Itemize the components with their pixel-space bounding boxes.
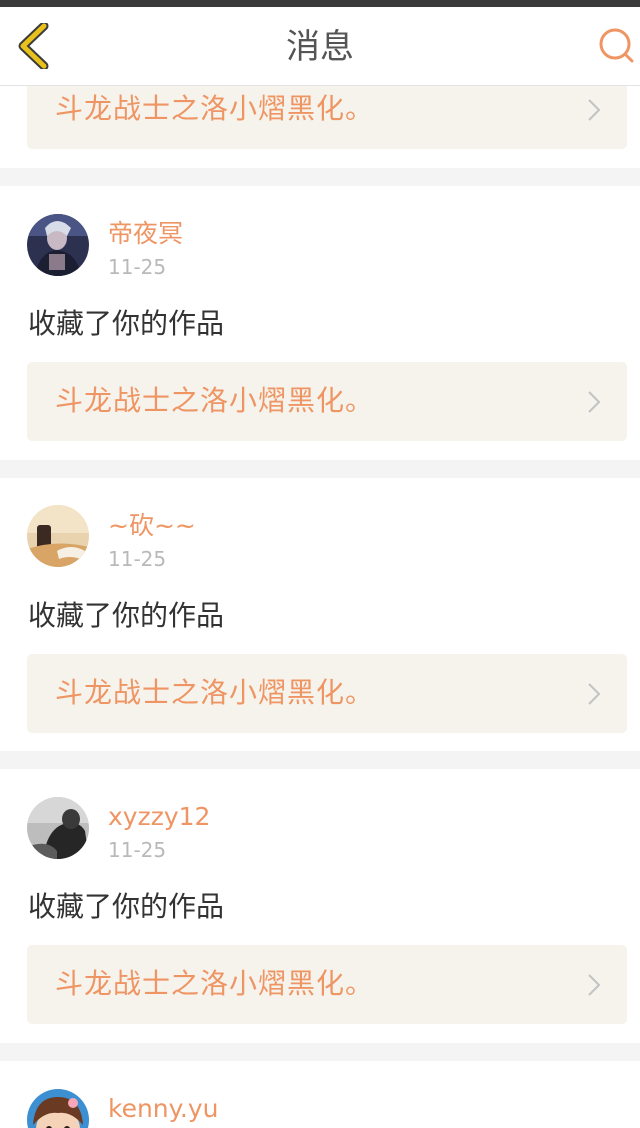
message-card: 斗龙战士之洛小熠黑化。 <box>0 86 640 168</box>
work-link[interactable]: 斗龙战士之洛小熠黑化。 <box>27 86 627 149</box>
timestamp: 11-25 <box>108 838 167 862</box>
message-card: xyzzy12 11-25 收藏了你的作品 斗龙战士之洛小熠黑化。 <box>0 769 640 1043</box>
avatar[interactable] <box>27 797 89 859</box>
work-link[interactable]: 斗龙战士之洛小熠黑化。 <box>27 945 627 1024</box>
page-title: 消息 <box>286 27 354 67</box>
search-button[interactable] <box>596 25 636 65</box>
chevron-right-icon <box>588 974 601 996</box>
message-card: 帝夜冥 11-25 收藏了你的作品 斗龙战士之洛小熠黑化。 <box>0 186 640 460</box>
action-text: 收藏了你的作品 <box>28 307 225 340</box>
action-text: 收藏了你的作品 <box>28 890 225 923</box>
action-text: 收藏了你的作品 <box>28 599 225 632</box>
avatar[interactable] <box>27 214 89 276</box>
avatar[interactable] <box>27 505 89 567</box>
chevron-right-icon <box>588 99 601 121</box>
work-title: 斗龙战士之洛小熠黑化。 <box>55 967 375 1000</box>
avatar[interactable] <box>27 1089 89 1128</box>
work-title: 斗龙战士之洛小熠黑化。 <box>55 384 375 417</box>
timestamp: 11-25 <box>108 547 167 571</box>
chevron-right-icon <box>588 391 601 413</box>
message-card: ~砍~~ 11-25 收藏了你的作品 斗龙战士之洛小熠黑化。 <box>0 478 640 751</box>
username[interactable]: xyzzy12 <box>108 801 210 833</box>
work-title: 斗龙战士之洛小熠黑化。 <box>55 676 375 709</box>
timestamp: 11-25 <box>108 255 167 279</box>
message-list: 斗龙战士之洛小熠黑化。 帝夜冥 11-25 收藏了你的作品 斗龙战士之洛小熠黑化… <box>0 86 640 1128</box>
work-title: 斗龙战士之洛小熠黑化。 <box>55 92 375 125</box>
username[interactable]: ~砍~~ <box>108 510 196 542</box>
nav-header: 消息 <box>0 7 640 86</box>
work-link[interactable]: 斗龙战士之洛小熠黑化。 <box>27 654 627 733</box>
message-card: kenny.yu <box>0 1061 640 1128</box>
status-bar <box>0 0 640 7</box>
username[interactable]: kenny.yu <box>108 1093 218 1125</box>
username[interactable]: 帝夜冥 <box>108 218 183 250</box>
work-link[interactable]: 斗龙战士之洛小熠黑化。 <box>27 362 627 441</box>
search-icon <box>599 28 634 63</box>
chevron-right-icon <box>588 683 601 705</box>
